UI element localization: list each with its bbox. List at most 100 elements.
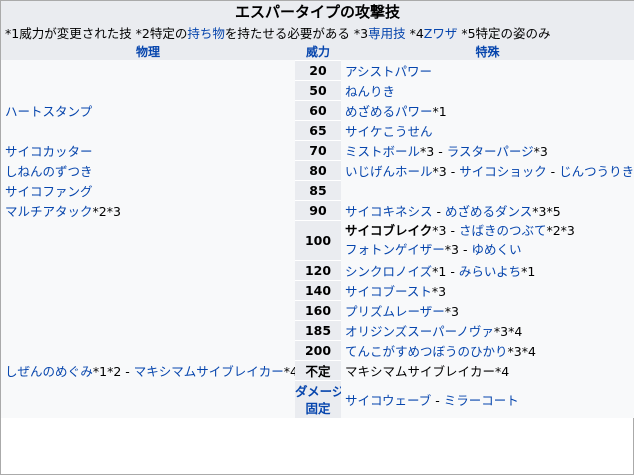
- footnote-mark: *1: [432, 103, 447, 119]
- separator: -: [446, 163, 460, 179]
- special-cell: サイコウェーブ - ミラーコート: [341, 380, 634, 418]
- move-link[interactable]: めざめるダンス: [445, 204, 532, 219]
- move-link[interactable]: サイコファング: [5, 184, 93, 199]
- move-text: マキシマムサイブレイカー: [345, 363, 496, 379]
- power-header[interactable]: 威力: [295, 42, 341, 60]
- power-cell: 20: [295, 60, 341, 80]
- footnote-mark: *1: [432, 263, 447, 279]
- footnote-mark: *3: [444, 242, 459, 257]
- special-cell: サイコブースト*3: [341, 280, 634, 300]
- move-link[interactable]: フォトンゲイザー: [345, 242, 445, 257]
- table-row: サイコファング 85: [1, 180, 634, 200]
- move-link[interactable]: さばきのつぶて: [459, 223, 547, 238]
- physical-cell: しぜんのめぐみ*1*2 - マキシマムサイブレイカー*4: [1, 360, 295, 380]
- move-link[interactable]: アシストパワー: [345, 64, 432, 79]
- table-row: 140 サイコブースト*3: [1, 280, 634, 300]
- move-link[interactable]: しぜんのめぐみ: [5, 364, 93, 379]
- move-link[interactable]: ねんりき: [345, 84, 395, 99]
- move-link[interactable]: ハートスタンプ: [5, 104, 92, 119]
- footnote-mark: *3*5: [532, 203, 561, 219]
- physical-cell: [1, 260, 295, 280]
- physical-cell: [1, 340, 295, 360]
- separator: -: [121, 363, 134, 379]
- footnote-mark: *3: [431, 283, 447, 299]
- footnote-mark: *2*3: [92, 203, 121, 219]
- move-link[interactable]: ミストボール: [345, 144, 420, 159]
- power-cell: 90: [295, 200, 341, 220]
- move-link[interactable]: みらいよち: [459, 264, 521, 279]
- footnote-mark: *2*3: [546, 223, 575, 238]
- table-row: 20 アシストパワー: [1, 60, 634, 80]
- legend-notes: *1威力が変更された技 *2特定の持ち物を持たせる必要がある *3専用技 *4Z…: [1, 22, 634, 42]
- separator: -: [546, 163, 560, 179]
- power-cell: 85: [295, 180, 341, 200]
- footnote-mark: *3: [420, 143, 435, 159]
- move-link[interactable]: オリジンズスーパーノヴァ: [345, 324, 494, 339]
- power-cell: 70: [295, 140, 341, 160]
- power-cell: 200: [295, 340, 341, 360]
- move-link[interactable]: めざめるパワー: [345, 104, 433, 119]
- table-row: しぜんのめぐみ*1*2 - マキシマムサイブレイカー*4 不定 マキシマムサイブレイ…: [1, 360, 634, 380]
- signature-move-link[interactable]: 専用技: [368, 26, 406, 41]
- fixed-damage-link[interactable]: ダメージ: [295, 383, 341, 400]
- physical-cell: [1, 320, 295, 340]
- power-cell: 60: [295, 100, 341, 120]
- move-link[interactable]: サイケこうせん: [345, 124, 433, 139]
- move-link[interactable]: ラスターパージ: [447, 144, 534, 159]
- psychic-moves-table: エスパータイプの攻撃技 *1威力が変更された技 *2特定の持ち物を持たせる必要が…: [1, 0, 634, 418]
- physical-cell: サイコファング: [1, 180, 295, 200]
- move-link[interactable]: サイコブレイク: [345, 223, 432, 238]
- physical-cell: しねんのずつき: [1, 160, 295, 180]
- held-item-link[interactable]: 持ち物: [187, 26, 225, 41]
- physical-cell: [1, 120, 295, 140]
- move-link[interactable]: じんつうりき: [559, 164, 634, 179]
- table-row: しねんのずつき 80 いじげんホール*3 - サイコショック - じんつうりき: [1, 160, 634, 180]
- table-row: サイコカッター 70 ミストボール*3 - ラスターパージ*3: [1, 140, 634, 160]
- move-link[interactable]: サイコショック: [459, 164, 547, 179]
- note-1: *1威力が変更された技 *2特定の: [5, 25, 188, 41]
- footnote-mark: *4: [495, 363, 510, 379]
- move-link[interactable]: サイコブースト: [345, 284, 432, 299]
- move-link[interactable]: シンクロノイズ: [345, 264, 432, 279]
- move-link[interactable]: ミラーコート: [444, 393, 519, 408]
- move-link[interactable]: ゆめくい: [471, 242, 521, 257]
- power-cell: 65: [295, 120, 341, 140]
- move-link[interactable]: しねんのずつき: [5, 164, 93, 179]
- separator: -: [446, 223, 459, 238]
- physical-cell: ハートスタンプ: [1, 100, 295, 120]
- table-row: 50 ねんりき: [1, 80, 634, 100]
- separator: -: [431, 392, 444, 408]
- physical-cell: [1, 300, 295, 320]
- physical-header[interactable]: 物理: [1, 42, 295, 60]
- move-link[interactable]: サイコキネシス: [345, 204, 433, 219]
- power-cell: ダメージ 固定: [295, 380, 341, 418]
- power-cell: 185: [295, 320, 341, 340]
- power-cell: 120: [295, 260, 341, 280]
- z-move-link[interactable]: Zワザ: [424, 26, 458, 41]
- move-link[interactable]: てんこがすめつぼうのひかり: [345, 344, 508, 359]
- table-row: ダメージ 固定 サイコウェーブ - ミラーコート: [1, 380, 634, 418]
- move-link[interactable]: いじげんホール: [345, 164, 433, 179]
- table-row: 100 サイコブレイク*3 - さばきのつぶて*2*3 フォトンゲイザー*3 - ゆ…: [1, 220, 634, 260]
- special-line: サイコブレイク*3 - さばきのつぶて*2*3: [345, 221, 630, 240]
- move-link[interactable]: サイコカッター: [5, 144, 93, 159]
- table-title: エスパータイプの攻撃技: [1, 0, 634, 22]
- special-header[interactable]: 特殊: [341, 42, 634, 60]
- physical-cell: マルチアタック*2*3: [1, 200, 295, 220]
- fixed-damage-link[interactable]: 固定: [295, 400, 341, 417]
- special-cell: マキシマムサイブレイカー*4: [341, 360, 634, 380]
- special-cell: サイコキネシス - めざめるダンス*3*5: [341, 200, 634, 220]
- table-row: 65 サイケこうせん: [1, 120, 634, 140]
- separator: -: [434, 143, 447, 159]
- physical-cell: [1, 60, 295, 80]
- note-2: を持たせる必要がある *3: [224, 25, 369, 41]
- footnote-mark: *3: [432, 223, 447, 238]
- move-link[interactable]: マキシマムサイブレイカー: [134, 364, 284, 379]
- power-cell: 80: [295, 160, 341, 180]
- move-link[interactable]: サイコウェーブ: [345, 393, 431, 408]
- physical-cell: [1, 380, 295, 418]
- power-cell: 140: [295, 280, 341, 300]
- move-link[interactable]: プリズムレーザー: [345, 304, 445, 319]
- move-link[interactable]: マルチアタック: [5, 204, 93, 219]
- physical-cell: [1, 220, 295, 260]
